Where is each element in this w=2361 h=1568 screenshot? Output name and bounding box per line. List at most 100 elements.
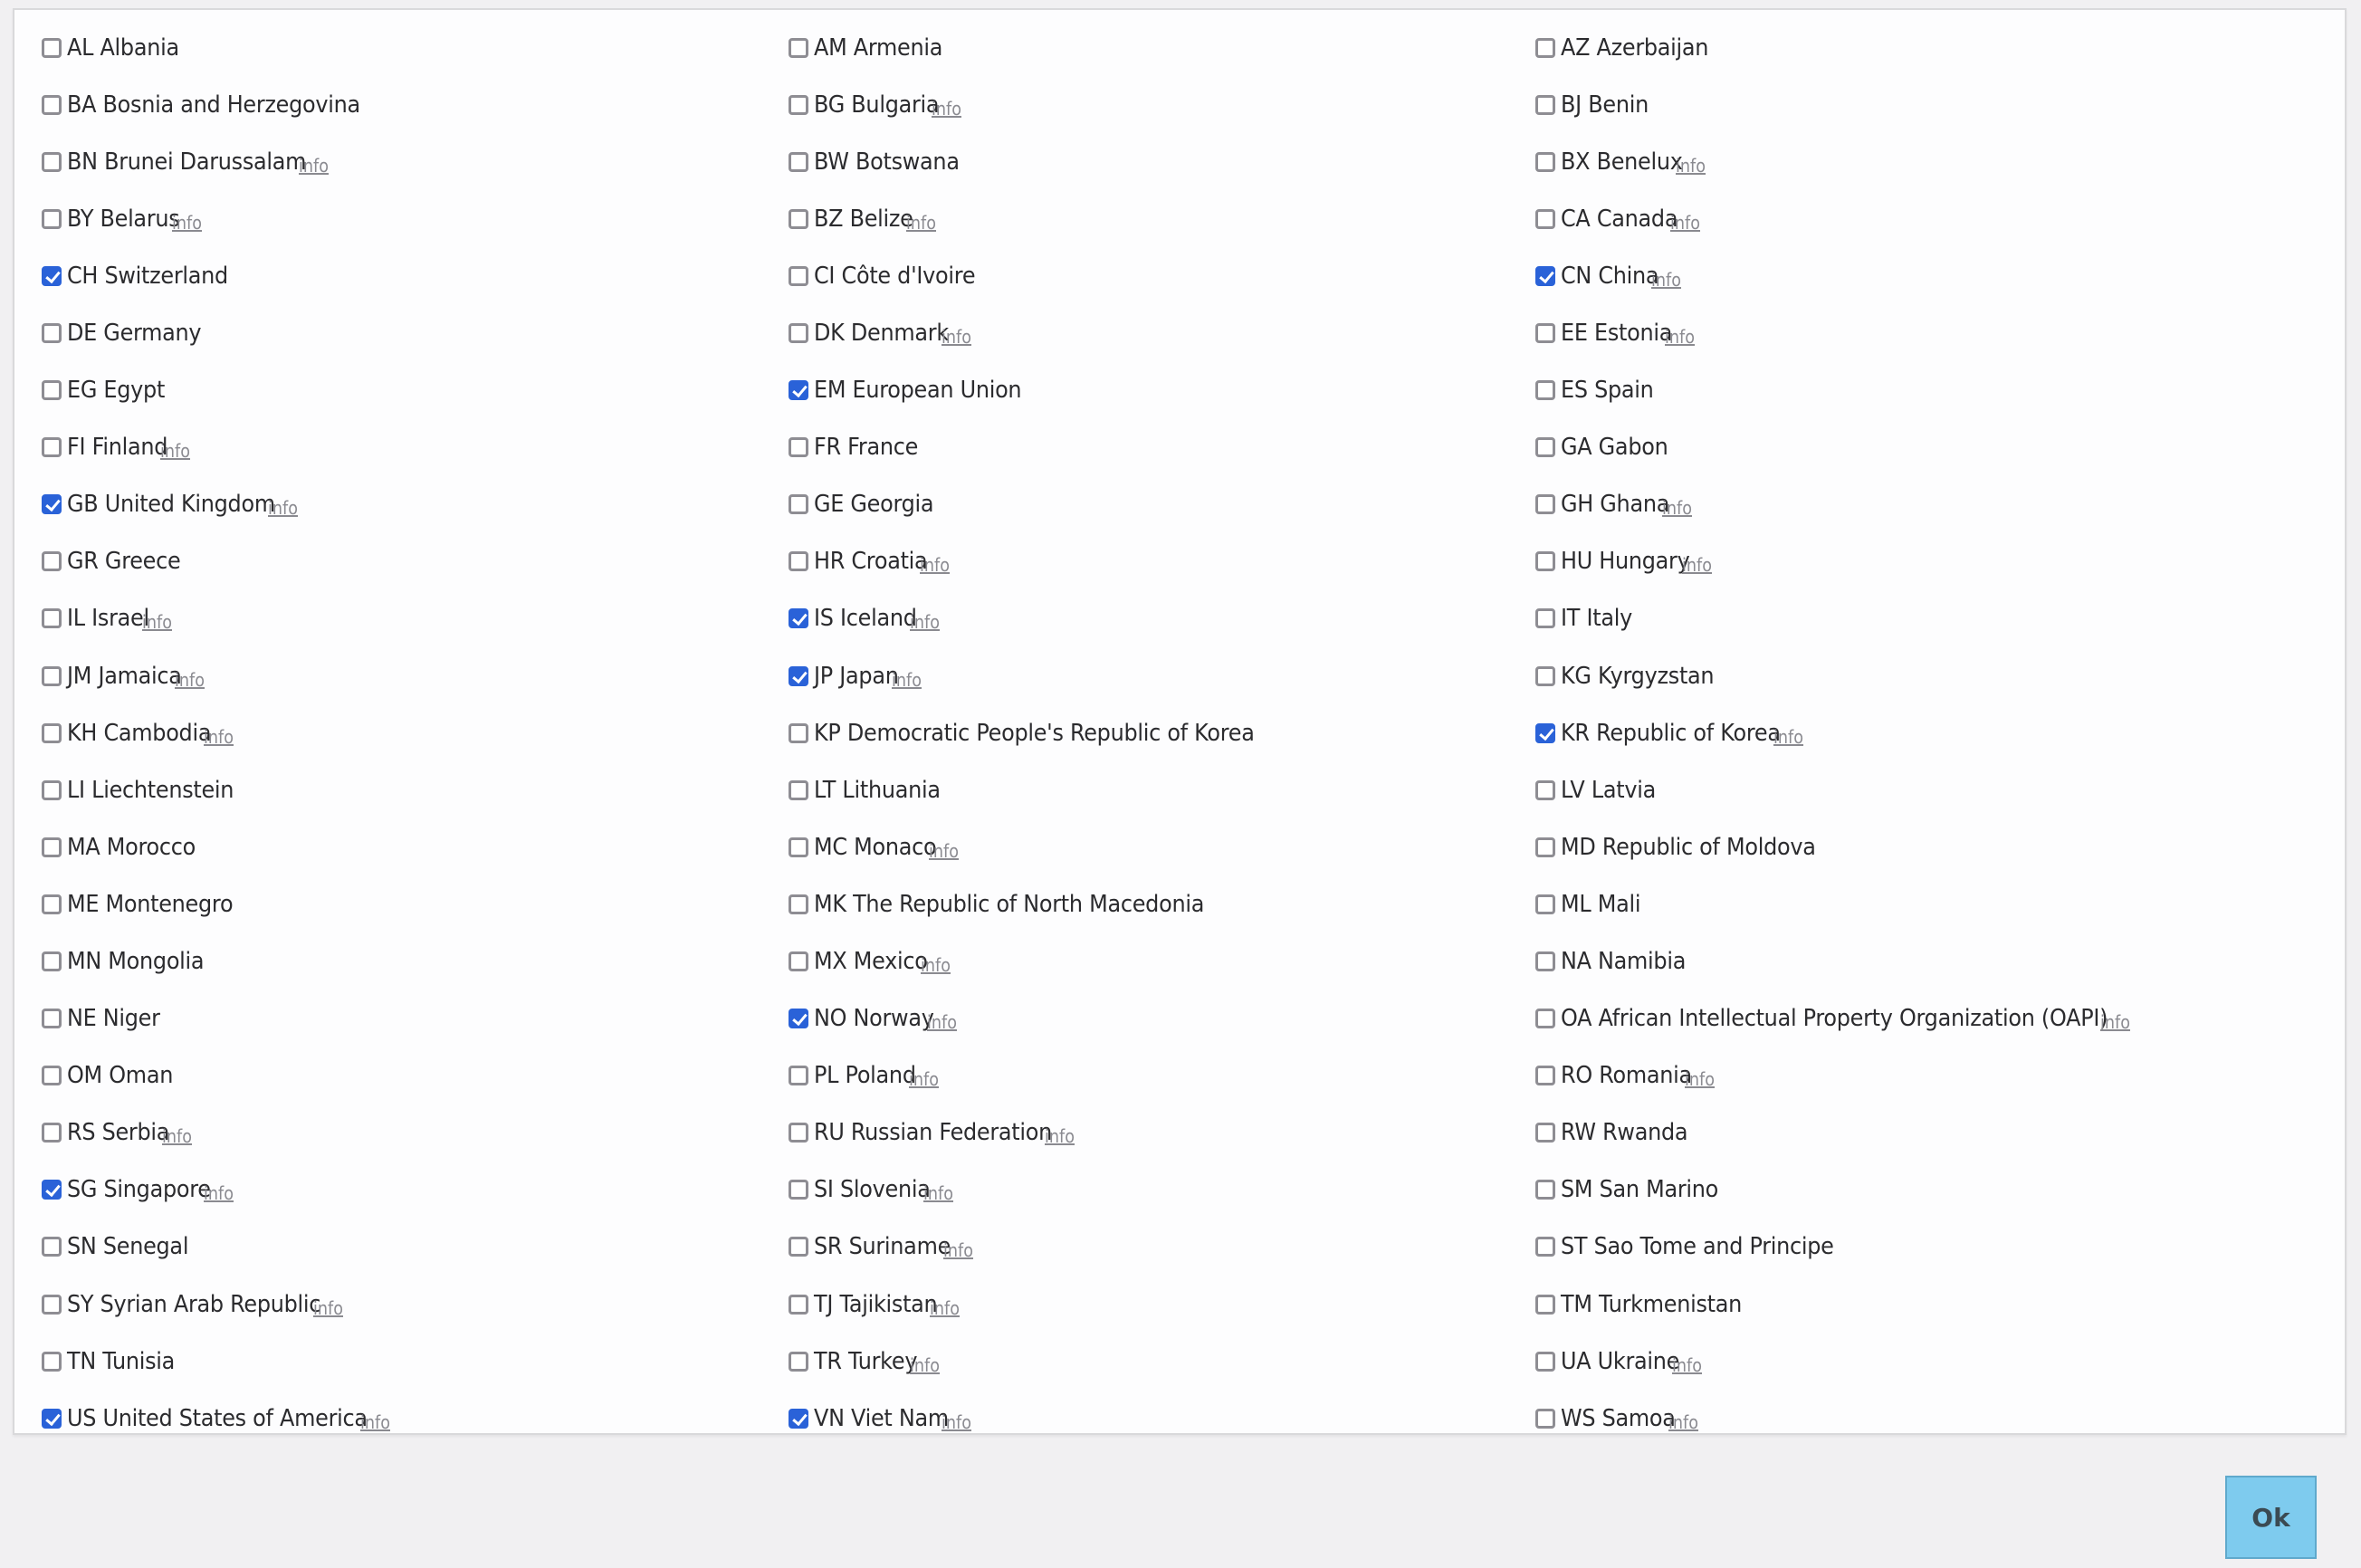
- country-option[interactable]: GH Ghana info: [1535, 476, 2282, 533]
- checkbox-checked[interactable]: [789, 1408, 808, 1429]
- country-label[interactable]: AM Armenia: [814, 34, 942, 62]
- checkbox-unchecked[interactable]: [1535, 1294, 1555, 1315]
- country-option[interactable]: AL Albania: [42, 19, 789, 76]
- country-label[interactable]: AL Albania: [67, 34, 179, 62]
- country-label[interactable]: JP Japan: [814, 663, 899, 690]
- checkbox-unchecked[interactable]: [1535, 894, 1555, 914]
- info-link[interactable]: info: [1670, 212, 1700, 234]
- country-label[interactable]: LV Latvia: [1561, 777, 1656, 804]
- checkbox-unchecked[interactable]: [42, 1066, 62, 1086]
- info-link[interactable]: info: [1668, 1411, 1698, 1433]
- checkbox-checked[interactable]: [42, 494, 62, 515]
- country-option[interactable]: TJ Tajikistan info: [789, 1276, 1535, 1333]
- checkbox-unchecked[interactable]: [1535, 151, 1555, 172]
- checkbox-unchecked[interactable]: [42, 94, 62, 115]
- country-label[interactable]: HR Croatia: [814, 548, 928, 575]
- country-option[interactable]: ML Mali: [1535, 875, 2282, 932]
- checkbox-unchecked[interactable]: [42, 1123, 62, 1143]
- info-link[interactable]: info: [313, 1297, 343, 1319]
- country-option[interactable]: BJ Benin: [1535, 76, 2282, 133]
- country-label[interactable]: GE Georgia: [814, 491, 934, 518]
- country-label[interactable]: SY Syrian Arab Republic: [67, 1291, 320, 1318]
- info-link[interactable]: info: [942, 326, 971, 348]
- country-option[interactable]: NE Niger: [42, 990, 789, 1047]
- checkbox-unchecked[interactable]: [789, 951, 808, 971]
- country-option[interactable]: SI Slovenia info: [789, 1162, 1535, 1219]
- checkbox-unchecked[interactable]: [42, 665, 62, 686]
- checkbox-unchecked[interactable]: [1535, 37, 1555, 58]
- checkbox-unchecked[interactable]: [1535, 1066, 1555, 1086]
- country-label[interactable]: RW Rwanda: [1561, 1119, 1688, 1146]
- info-link[interactable]: info: [932, 98, 961, 120]
- info-link[interactable]: info: [906, 212, 936, 234]
- info-link[interactable]: info: [142, 611, 172, 633]
- info-link[interactable]: info: [160, 440, 190, 462]
- country-label[interactable]: FI Finland: [67, 434, 167, 461]
- info-link[interactable]: info: [1662, 497, 1692, 519]
- info-link[interactable]: info: [910, 1354, 940, 1376]
- country-option[interactable]: EG Egypt: [42, 362, 789, 419]
- country-option[interactable]: VN Viet Nam info: [789, 1390, 1535, 1447]
- country-option[interactable]: BN Brunei Darussalam info: [42, 133, 789, 190]
- checkbox-checked[interactable]: [42, 1180, 62, 1200]
- country-label[interactable]: ES Spain: [1561, 377, 1654, 404]
- country-label[interactable]: WS Samoa: [1561, 1405, 1676, 1432]
- country-option[interactable]: BY Belarus info: [42, 190, 789, 247]
- country-label[interactable]: MC Monaco: [814, 834, 937, 861]
- country-option[interactable]: SY Syrian Arab Republic info: [42, 1276, 789, 1333]
- country-label[interactable]: CA Canada: [1561, 206, 1678, 233]
- country-option[interactable]: RO Romania info: [1535, 1047, 2282, 1104]
- info-link[interactable]: info: [1045, 1125, 1075, 1147]
- checkbox-unchecked[interactable]: [42, 551, 62, 572]
- country-label[interactable]: RU Russian Federation: [814, 1119, 1052, 1146]
- country-option[interactable]: AZ Azerbaijan: [1535, 19, 2282, 76]
- country-option[interactable]: TR Turkey info: [789, 1333, 1535, 1390]
- checkbox-checked[interactable]: [1535, 722, 1555, 743]
- country-option[interactable]: MD Republic of Moldova: [1535, 818, 2282, 875]
- info-link[interactable]: info: [268, 497, 298, 519]
- country-label[interactable]: BG Bulgaria: [814, 91, 940, 119]
- info-link[interactable]: info: [299, 155, 329, 177]
- country-option[interactable]: ST Sao Tome and Principe: [1535, 1219, 2282, 1276]
- country-option[interactable]: AM Armenia: [789, 19, 1535, 76]
- checkbox-unchecked[interactable]: [789, 494, 808, 515]
- country-label[interactable]: BZ Belize: [814, 206, 913, 233]
- country-option[interactable]: KH Cambodia info: [42, 704, 789, 761]
- info-link[interactable]: info: [930, 1297, 960, 1319]
- checkbox-unchecked[interactable]: [789, 151, 808, 172]
- country-label[interactable]: BJ Benin: [1561, 91, 1649, 119]
- info-link[interactable]: info: [923, 1182, 953, 1204]
- country-option[interactable]: ES Spain: [1535, 362, 2282, 419]
- country-label[interactable]: CH Switzerland: [67, 263, 228, 290]
- country-option[interactable]: BG Bulgaria info: [789, 76, 1535, 133]
- country-option[interactable]: KG Kyrgyzstan: [1535, 647, 2282, 704]
- country-option[interactable]: BW Botswana: [789, 133, 1535, 190]
- country-option[interactable]: ME Montenegro: [42, 875, 789, 932]
- checkbox-unchecked[interactable]: [1535, 779, 1555, 800]
- checkbox-unchecked[interactable]: [1535, 208, 1555, 229]
- info-link[interactable]: info: [921, 954, 951, 976]
- checkbox-unchecked[interactable]: [789, 1180, 808, 1200]
- country-label[interactable]: BA Bosnia and Herzegovina: [67, 91, 360, 119]
- checkbox-checked[interactable]: [789, 1009, 808, 1029]
- country-option[interactable]: LT Lithuania: [789, 761, 1535, 818]
- checkbox-unchecked[interactable]: [789, 837, 808, 857]
- info-link[interactable]: info: [1676, 155, 1706, 177]
- country-option[interactable]: SM San Marino: [1535, 1162, 2282, 1219]
- info-link[interactable]: info: [1665, 326, 1695, 348]
- country-label[interactable]: SI Slovenia: [814, 1176, 931, 1203]
- checkbox-unchecked[interactable]: [789, 1237, 808, 1257]
- checkbox-unchecked[interactable]: [42, 208, 62, 229]
- country-option[interactable]: UA Ukraine info: [1535, 1333, 2282, 1390]
- country-label[interactable]: NE Niger: [67, 1005, 160, 1032]
- country-option[interactable]: PL Poland info: [789, 1047, 1535, 1104]
- country-label[interactable]: ME Montenegro: [67, 891, 234, 918]
- country-option[interactable]: HU Hungary info: [1535, 533, 2282, 590]
- country-label[interactable]: AZ Azerbaijan: [1561, 34, 1708, 62]
- country-option[interactable]: LI Liechtenstein: [42, 761, 789, 818]
- info-link[interactable]: info: [2100, 1011, 2130, 1033]
- country-label[interactable]: IS Iceland: [814, 605, 917, 632]
- country-label[interactable]: JM Jamaica: [67, 663, 182, 690]
- country-option[interactable]: MA Morocco: [42, 818, 789, 875]
- country-label[interactable]: SR Suriname: [814, 1233, 951, 1260]
